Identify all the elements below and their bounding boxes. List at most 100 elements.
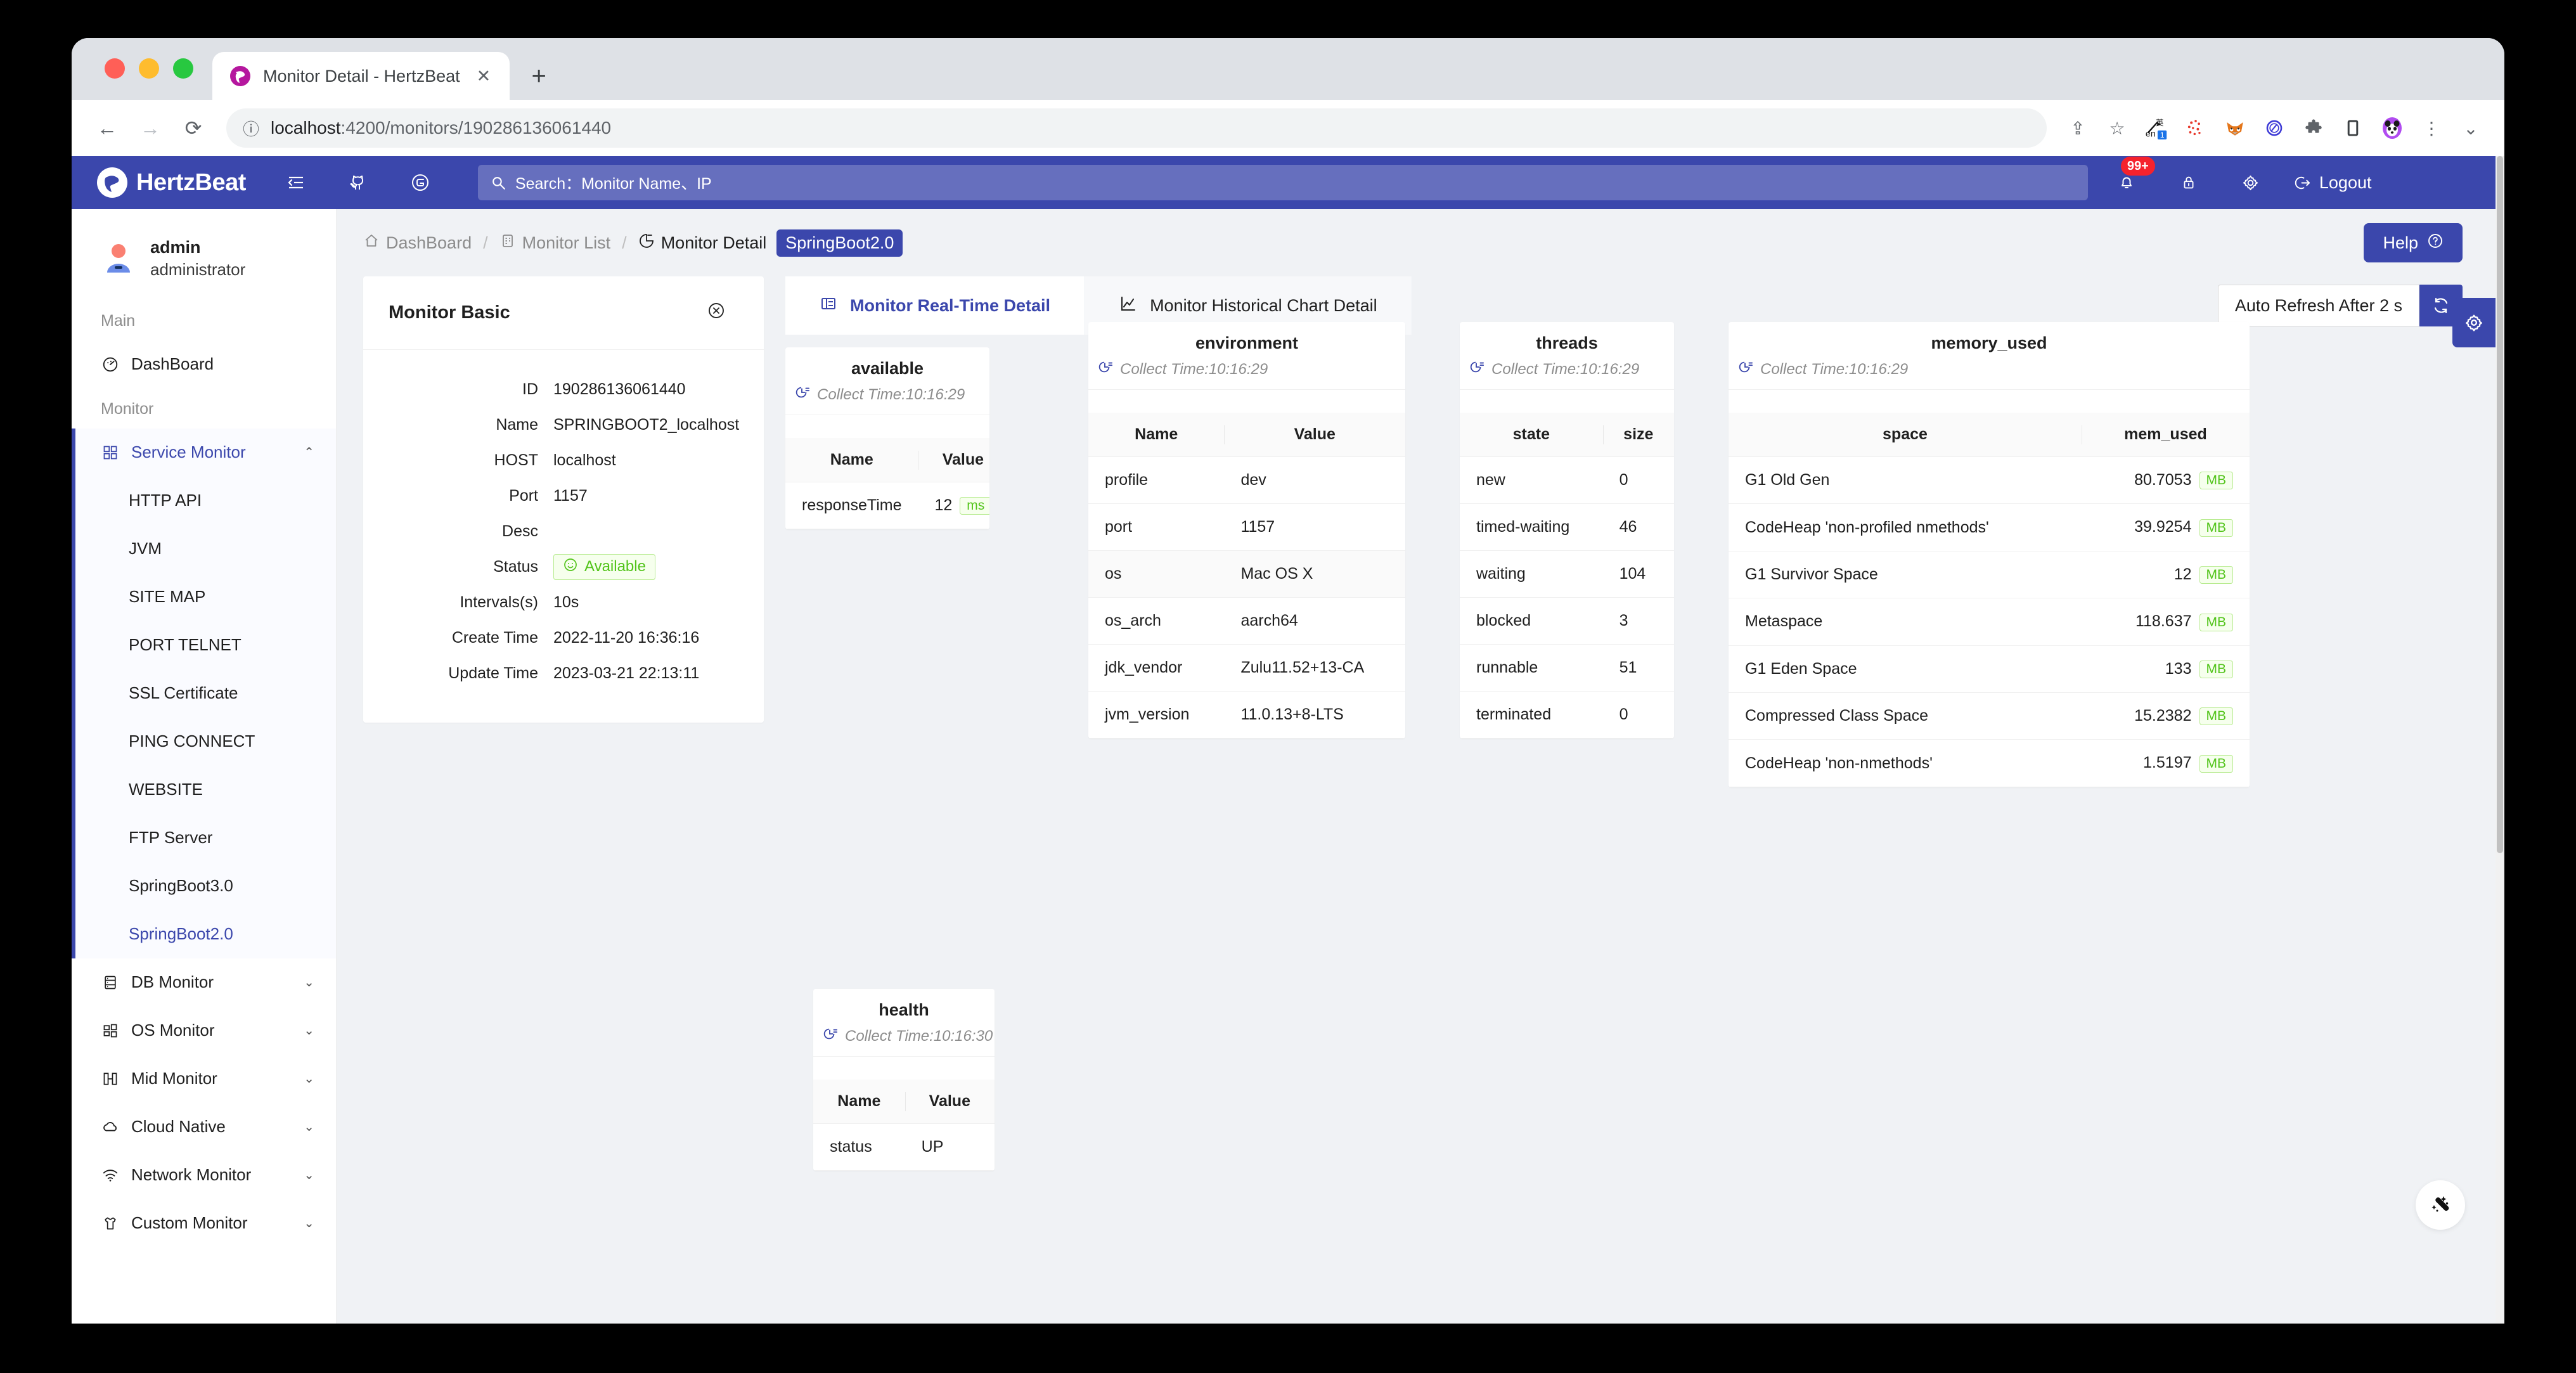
profile-avatar-icon[interactable] xyxy=(2373,108,2412,148)
cell-value-number: 15.2382 xyxy=(2134,706,2192,725)
sidebar-item-jvm[interactable]: JVM xyxy=(72,524,336,573)
github-icon[interactable] xyxy=(338,163,378,202)
maximize-window-button[interactable] xyxy=(173,58,193,79)
page-scrollbar-thumb[interactable] xyxy=(2497,156,2503,853)
smile-icon xyxy=(563,557,578,577)
sidebar-user-name: admin xyxy=(150,238,201,257)
minimize-window-button[interactable] xyxy=(139,58,159,79)
sidebar-item-ping-connect[interactable]: PING CONNECT xyxy=(72,717,336,766)
tab-monitor-real-time-detail[interactable]: Monitor Real-Time Detail xyxy=(785,276,1086,335)
settings-drawer-toggle[interactable] xyxy=(2452,298,2496,347)
sidebar-item-http-api[interactable]: HTTP API xyxy=(72,476,336,525)
sidebar-item-port-telnet[interactable]: PORT TELNET xyxy=(72,621,336,669)
gitee-icon[interactable] xyxy=(401,163,440,202)
detail-list-icon xyxy=(820,295,837,317)
help-button-label: Help xyxy=(2383,233,2418,252)
clock-icon xyxy=(822,1026,839,1046)
table-row: Compressed Class Space 15.2382 MB xyxy=(1729,692,2250,740)
cell-name: jdk_vendor xyxy=(1088,644,1225,692)
auto-refresh-select[interactable]: Auto Refresh After 2 s xyxy=(2217,285,2419,326)
sidebar-item-network-monitor[interactable]: Network Monitor ⌄ xyxy=(72,1151,336,1199)
basic-row-label: HOST xyxy=(494,451,538,469)
sidebar-item-custom-monitor[interactable]: Custom Monitor ⌄ xyxy=(72,1199,336,1247)
sidebar-item-mid-monitor[interactable]: Mid Monitor ⌄ xyxy=(72,1055,336,1103)
address-bar-url: localhost:4200/monitors/190286136061440 xyxy=(271,118,612,138)
unit-badge: MB xyxy=(2199,754,2233,773)
global-search-input[interactable]: Search：Monitor Name、IP xyxy=(477,165,2088,200)
sidebar-item-springboot20[interactable]: SpringBoot2.0 xyxy=(72,910,336,958)
reading-mode-icon[interactable] xyxy=(2333,108,2373,148)
circle-slash-extension-icon[interactable] xyxy=(2255,108,2294,148)
status-badge-label: Available xyxy=(584,558,646,575)
close-tab-button[interactable]: ✕ xyxy=(472,67,496,86)
new-tab-button[interactable]: + xyxy=(518,56,559,96)
site-info-icon[interactable]: ⓘ xyxy=(243,117,259,140)
sidebar-item-site-map[interactable]: SITE MAP xyxy=(72,572,336,621)
unit-badge: MB xyxy=(2199,613,2233,631)
breadcrumb-separator: / xyxy=(622,233,627,252)
brand-logo-area[interactable]: HertzBeat xyxy=(96,166,246,199)
clock-icon xyxy=(1737,359,1754,379)
metric-card-available: available Collect Time:10:16:29 Name Val… xyxy=(785,347,989,530)
cell-value: 0 xyxy=(1602,456,1674,504)
monitor-basic-fields: ID 190286136061440 Name SPRINGBOOT2_loca… xyxy=(363,350,764,723)
notification-badge: 99+ xyxy=(2120,157,2155,176)
red-dots-extension-icon[interactable] xyxy=(2176,108,2215,148)
cell-name: waiting xyxy=(1460,550,1603,598)
reload-button[interactable]: ⟳ xyxy=(172,106,215,150)
close-circle-icon[interactable] xyxy=(707,301,726,325)
sidebar-item-ftp-server[interactable]: FTP Server xyxy=(72,813,336,862)
sidebar-item-website[interactable]: WEBSITE xyxy=(72,765,336,814)
column-header: Name xyxy=(813,1080,905,1124)
pie-clock-icon xyxy=(638,233,655,254)
sidebar-item-cloud-native[interactable]: Cloud Native ⌄ xyxy=(72,1103,336,1151)
metric-collect-time-label: Collect Time:10:16:29 xyxy=(1760,360,1909,378)
address-bar[interactable]: ⓘ localhost:4200/monitors/19028613606144… xyxy=(226,108,2047,148)
basic-row-intervals: Intervals(s) 10s xyxy=(363,584,764,620)
gear-icon[interactable] xyxy=(2231,163,2270,202)
magic-wand-icon[interactable] xyxy=(2416,1180,2465,1230)
breadcrumb-item-dashboard[interactable]: DashBoard xyxy=(363,233,472,254)
sidebar-item-dashboard[interactable]: DashBoard xyxy=(72,340,336,389)
basic-row-value: Available xyxy=(553,553,655,580)
share-icon[interactable]: ⇪ xyxy=(2058,108,2097,148)
sidebar-item-service-monitor[interactable]: Service Monitor ⌃ xyxy=(72,428,336,477)
metric-card-threads: threads Collect Time:10:16:29 state size… xyxy=(1460,322,1674,738)
breadcrumb-item-monitor-list[interactable]: Monitor List xyxy=(499,233,610,254)
close-window-button[interactable] xyxy=(105,58,125,79)
metamask-fox-extension-icon[interactable] xyxy=(2215,108,2255,148)
unit-badge: MB xyxy=(2199,660,2233,678)
app-header: HertzBeat Search：Monitor Name、IP 99+ Log… xyxy=(72,156,2496,209)
logout-button[interactable]: Logout xyxy=(2293,173,2383,193)
bookmark-star-icon[interactable]: ☆ xyxy=(2097,108,2137,148)
cell-value: 1.5197 MB xyxy=(2081,739,2250,787)
sidebar-item-db-monitor[interactable]: DB Monitor ⌄ xyxy=(72,958,336,1007)
sidebar-item-ssl-certificate[interactable]: SSL Certificate xyxy=(72,669,336,718)
chevron-up-icon: ⌃ xyxy=(304,446,314,460)
sidebar-user-block[interactable]: admin administrator xyxy=(72,209,336,300)
cell-value: 118.637 MB xyxy=(2081,598,2250,646)
translate-extension-icon[interactable]: en 英 1 xyxy=(2137,108,2176,148)
browser-tab[interactable]: Monitor Detail - HertzBeat ✕ xyxy=(212,52,510,100)
cell-name: G1 Old Gen xyxy=(1729,456,2082,505)
sidebar-item-springboot30[interactable]: SpringBoot3.0 xyxy=(72,861,336,910)
cell-value: dev xyxy=(1224,456,1405,504)
unit-badge: MB xyxy=(2199,519,2233,537)
windows-icon xyxy=(101,1021,120,1040)
back-button[interactable]: ← xyxy=(86,106,129,150)
column-header: Value xyxy=(1224,413,1405,457)
notifications-bell-icon[interactable]: 99+ xyxy=(2107,157,2155,202)
sidebar-item-os-monitor[interactable]: OS Monitor ⌄ xyxy=(72,1007,336,1055)
table-row: G1 Survivor Space 12 MB xyxy=(1729,551,2250,599)
page-scrollbar[interactable] xyxy=(2496,156,2504,1324)
forward-button[interactable]: → xyxy=(129,106,172,150)
help-button[interactable]: Help xyxy=(2364,223,2463,262)
lock-icon[interactable] xyxy=(2169,163,2208,202)
window-collapse-icon[interactable]: ⌄ xyxy=(2451,108,2490,148)
unit-badge: MB xyxy=(2199,566,2233,584)
browser-menu-icon[interactable]: ⋮ xyxy=(2412,108,2451,148)
menu-collapse-icon[interactable] xyxy=(276,163,316,202)
metric-collect-time-label: Collect Time:10:16:29 xyxy=(1120,360,1268,378)
cell-name: jvm_version xyxy=(1088,691,1225,738)
extensions-puzzle-icon[interactable] xyxy=(2294,108,2333,148)
